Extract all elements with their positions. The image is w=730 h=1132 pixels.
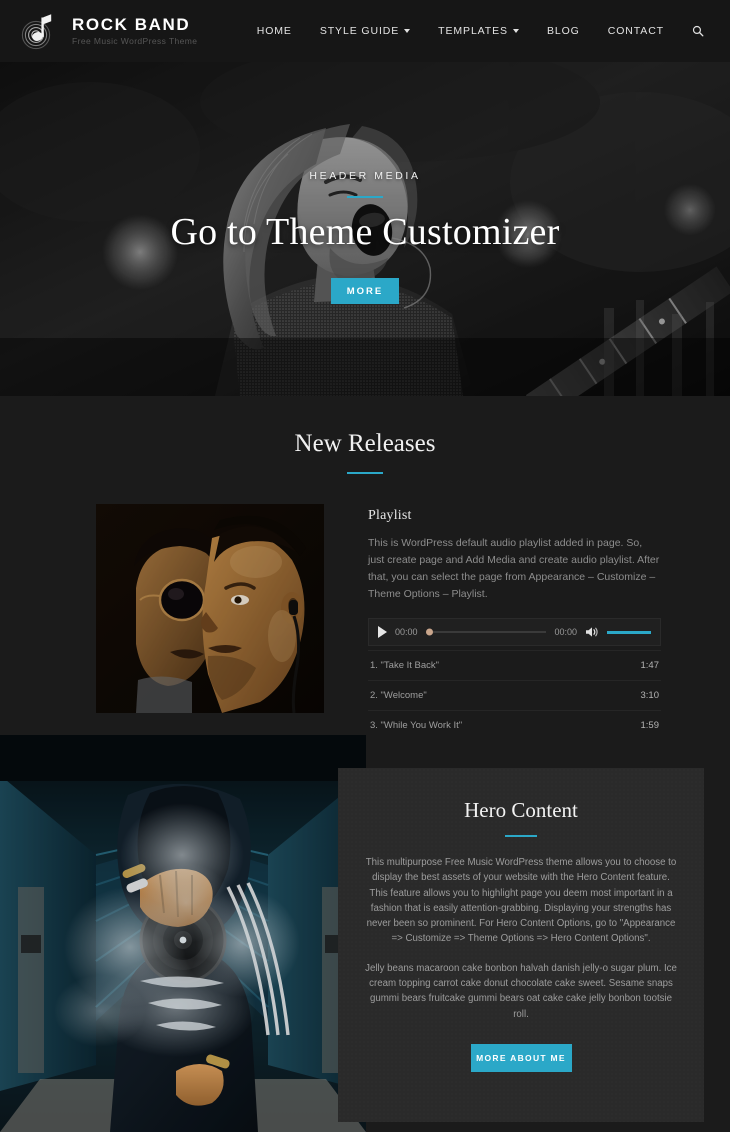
volume-slider[interactable] bbox=[607, 630, 651, 634]
track-duration: 3:10 bbox=[640, 690, 660, 701]
hero-content-paragraph-2: Jelly beans macaroon cake bonbon halvah … bbox=[365, 962, 677, 1020]
hero-content-divider bbox=[505, 835, 537, 837]
hero-more-button[interactable]: MORE bbox=[331, 278, 399, 304]
nav-label: BLOG bbox=[546, 25, 580, 37]
nav-label: TEMPLATES bbox=[438, 25, 508, 37]
hero-content-section: Hero Content This multipurpose Free Musi… bbox=[0, 735, 730, 1132]
nav-label: STYLE GUIDE bbox=[319, 25, 400, 37]
chevron-down-icon bbox=[404, 29, 411, 33]
current-time: 00:00 bbox=[395, 627, 418, 637]
header-media-title: Go to Theme Customizer bbox=[170, 211, 560, 253]
progress-slider[interactable] bbox=[425, 625, 547, 639]
hero-content-paragraph-1: This multipurpose Free Music WordPress t… bbox=[365, 857, 677, 945]
hero-content-title: Hero Content bbox=[464, 798, 578, 822]
playlist-heading: Playlist bbox=[368, 508, 412, 523]
track-duration: 1:47 bbox=[640, 660, 660, 671]
header-media-divider bbox=[347, 196, 383, 198]
nav-label: CONTACT bbox=[607, 25, 664, 37]
playlist-tracklist: 1. "Take It Back" 1:47 2. "Welcome" 3:10… bbox=[368, 650, 661, 741]
audio-player[interactable]: 00:00 00:00 bbox=[368, 618, 661, 646]
site-brand[interactable]: ROCK BAND Free Music WordPress Theme bbox=[20, 11, 197, 51]
search-toggle-button[interactable] bbox=[678, 15, 716, 47]
progress-track bbox=[425, 631, 547, 633]
nav-label: HOME bbox=[256, 25, 292, 37]
search-icon bbox=[692, 25, 704, 37]
playlist-description: This is WordPress default audio playlist… bbox=[368, 537, 660, 600]
nav-item-blog[interactable]: BLOG bbox=[533, 15, 594, 47]
play-icon[interactable] bbox=[378, 626, 387, 638]
total-time: 00:00 bbox=[554, 627, 577, 637]
track-duration: 1:59 bbox=[640, 720, 660, 731]
new-releases-section: New Releases Playlist This is WordPress … bbox=[0, 396, 730, 741]
hero-content-image bbox=[0, 735, 366, 1132]
nav-item-templates[interactable]: TEMPLATES bbox=[424, 15, 533, 47]
nav-item-style-guide[interactable]: STYLE GUIDE bbox=[306, 15, 424, 47]
new-releases-title: New Releases bbox=[294, 430, 436, 457]
more-about-me-button[interactable]: MORE ABOUT ME bbox=[470, 1043, 572, 1072]
track-title: 3. "While You Work It" bbox=[370, 720, 463, 731]
track-title: 1. "Take It Back" bbox=[370, 660, 440, 671]
header-media-eyebrow: HEADER MEDIA bbox=[309, 170, 421, 182]
chevron-down-icon bbox=[512, 29, 519, 33]
track-row[interactable]: 1. "Take It Back" 1:47 bbox=[368, 650, 661, 681]
nav-item-contact[interactable]: CONTACT bbox=[594, 15, 678, 47]
main-navigation: HOME STYLE GUIDE TEMPLATES BLOG CONTACT bbox=[243, 15, 716, 47]
brand-title: ROCK BAND bbox=[72, 15, 191, 35]
track-row[interactable]: 2. "Welcome" 3:10 bbox=[368, 681, 661, 711]
new-releases-image bbox=[96, 504, 324, 713]
music-note-vinyl-icon bbox=[20, 11, 60, 51]
brand-tagline: Free Music WordPress Theme bbox=[72, 36, 198, 47]
nav-item-home[interactable]: HOME bbox=[243, 15, 306, 47]
volume-icon[interactable] bbox=[585, 626, 599, 638]
new-releases-divider bbox=[347, 472, 383, 474]
header-media-section: HEADER MEDIA Go to Theme Customizer MORE bbox=[0, 62, 730, 396]
hero-content-panel: Hero Content This multipurpose Free Musi… bbox=[338, 768, 704, 1122]
site-header: ROCK BAND Free Music WordPress Theme HOM… bbox=[0, 0, 730, 62]
track-title: 2. "Welcome" bbox=[370, 690, 427, 701]
progress-handle[interactable] bbox=[425, 628, 433, 636]
